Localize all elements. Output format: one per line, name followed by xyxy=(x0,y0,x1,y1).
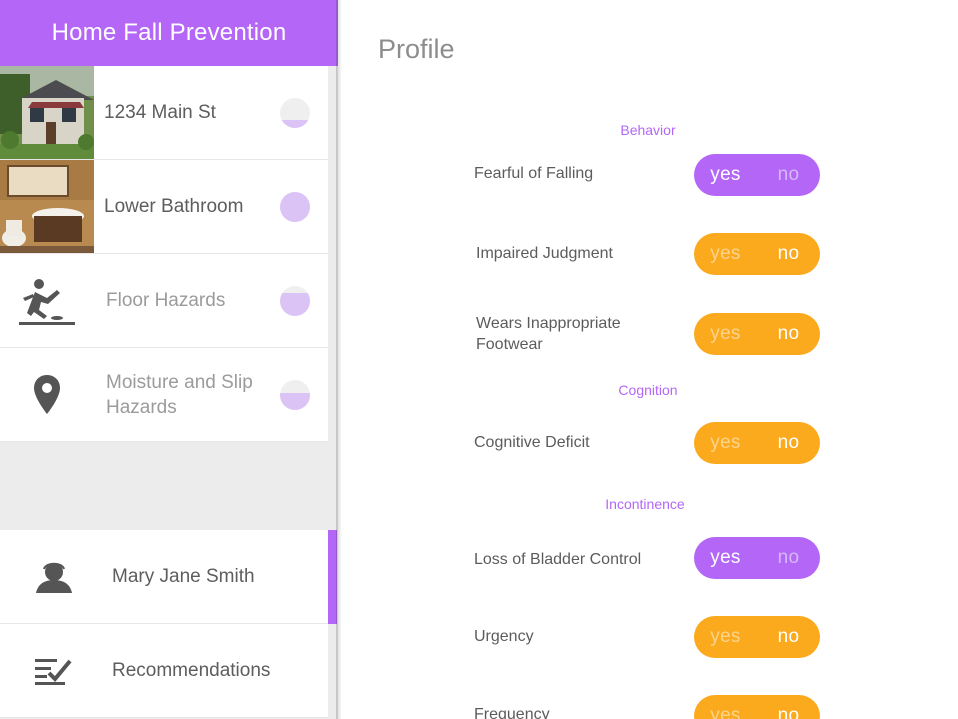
yes-no-toggle[interactable]: yes no xyxy=(694,233,820,275)
room-item-floor-hazards[interactable]: Floor Hazards xyxy=(0,254,328,348)
toggle-no[interactable]: no xyxy=(757,323,820,345)
progress-indicator xyxy=(280,191,310,222)
room-item-moisture-slip-hazards[interactable]: Moisture and Slip Hazards xyxy=(0,348,328,442)
room-item-main-st[interactable]: 1234 Main St xyxy=(0,66,328,160)
room-list: 1234 Main St Lower Bathroom Floor Hazard… xyxy=(0,66,328,442)
yes-no-toggle[interactable]: yes no xyxy=(694,313,820,355)
progress-fill xyxy=(280,293,310,316)
progress-indicator xyxy=(280,285,310,316)
toggle-yes[interactable]: yes xyxy=(694,705,757,719)
toggle-no[interactable]: no xyxy=(757,243,820,265)
bathroom-photo xyxy=(0,160,94,253)
toggle-no[interactable]: no xyxy=(757,705,820,719)
question-label: Cognitive Deficit xyxy=(474,434,590,451)
toggle-no[interactable]: no xyxy=(757,547,820,569)
house-photo xyxy=(0,66,94,159)
question-label: Frequency xyxy=(474,706,550,719)
toggle-yes[interactable]: yes xyxy=(694,432,757,454)
section-title-incontinence: Incontinence xyxy=(605,496,685,512)
app-title: Home Fall Prevention xyxy=(0,0,338,66)
user-item-mary-jane-smith[interactable]: Mary Jane Smith xyxy=(0,530,337,624)
yes-no-toggle[interactable]: yes no xyxy=(694,537,820,579)
location-pin-icon xyxy=(0,348,94,441)
page-title: Profile xyxy=(378,34,455,64)
person-icon xyxy=(0,530,108,623)
room-label: Floor Hazards xyxy=(106,290,226,311)
user-item-recommendations[interactable]: Recommendations xyxy=(0,624,328,718)
room-label: Lower Bathroom xyxy=(104,196,244,217)
section-title-behavior: Behavior xyxy=(620,122,676,138)
toggle-no[interactable]: no xyxy=(757,432,820,454)
question-label: Urgency xyxy=(474,628,534,645)
user-list: Mary Jane Smith Recommendations xyxy=(0,530,338,718)
slip-fall-icon xyxy=(0,254,94,347)
user-label: Mary Jane Smith xyxy=(112,565,255,587)
section-title-cognition: Cognition xyxy=(618,382,678,398)
yes-no-toggle[interactable]: yes no xyxy=(694,422,820,464)
checklist-icon xyxy=(0,624,108,717)
toggle-yes[interactable]: yes xyxy=(694,626,757,648)
profile-panel: Profile Behavior Fearful of Falling yes … xyxy=(342,0,958,719)
toggle-yes[interactable]: yes xyxy=(694,243,757,265)
progress-indicator xyxy=(280,97,310,128)
yes-no-toggle[interactable]: yes no xyxy=(694,154,820,196)
question-label: Wears Inappropriate Footwear xyxy=(476,315,621,353)
yes-no-toggle[interactable]: yes no xyxy=(694,616,820,658)
room-label: 1234 Main St xyxy=(104,102,216,123)
progress-indicator xyxy=(280,379,310,410)
progress-fill xyxy=(280,393,310,410)
question-label: Loss of Bladder Control xyxy=(474,551,642,568)
sidebar: Home Fall Prevention 1234 Main St Lower … xyxy=(0,0,338,719)
toggle-yes[interactable]: yes xyxy=(694,547,757,569)
room-label: Moisture and Slip Hazards xyxy=(106,371,253,418)
toggle-yes[interactable]: yes xyxy=(694,323,757,345)
progress-fill xyxy=(280,120,310,128)
progress-fill xyxy=(280,191,310,222)
user-label: Recommendations xyxy=(112,659,271,681)
toggle-no[interactable]: no xyxy=(757,164,820,186)
toggle-no[interactable]: no xyxy=(757,626,820,648)
toggle-yes[interactable]: yes xyxy=(694,164,757,186)
yes-no-toggle[interactable]: yes no xyxy=(694,695,820,719)
question-label: Impaired Judgment xyxy=(476,245,613,262)
question-label: Fearful of Falling xyxy=(474,165,594,182)
room-item-lower-bathroom[interactable]: Lower Bathroom xyxy=(0,160,328,254)
